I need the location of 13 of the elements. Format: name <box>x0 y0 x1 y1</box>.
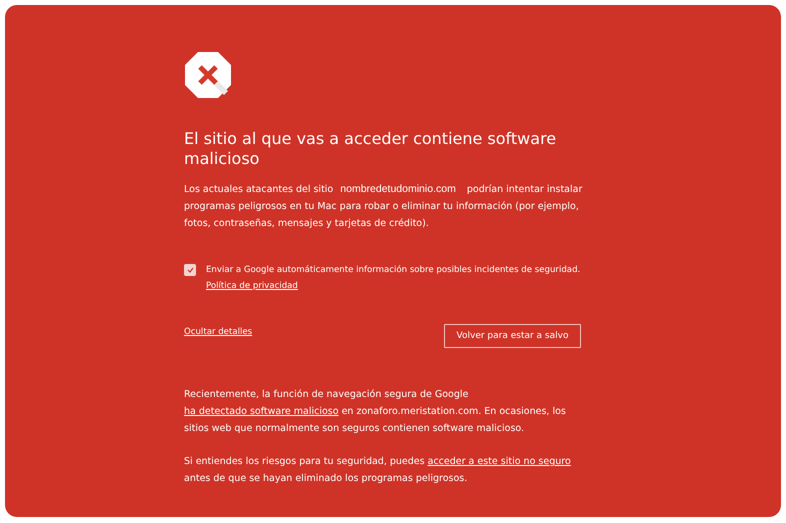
back-to-safety-button[interactable]: Volver para estar a salvo <box>444 324 581 348</box>
report-checkbox[interactable] <box>184 264 196 276</box>
warning-heading: El sitio al que vas a acceder contiene software malicioso <box>184 129 558 169</box>
inline-link[interactable]: acceder a este sitio no seguro <box>428 456 571 467</box>
details-paragraph: Si entiendes los riesgos para tu seguridad, puedes acceder a este sitio no seguro antes de que se hayan eliminado los programas peligrosos. <box>184 455 572 486</box>
warning-description: Los actuales atacantes del sitio nombredetudominio.com podrían intentar instalar programas peligrosos en tu Mac para robar o eliminar tu información (por ejemplo, fotos, contraseñas, mensajes y tarjetas de crédito). <box>184 182 584 231</box>
report-label: Enviar a Google automáticamente información sobre posibles incidentes de seguridad. <box>206 264 580 277</box>
stop-sign-icon <box>184 51 232 99</box>
hide-details-link[interactable]: Ocultar detalles <box>184 324 252 340</box>
privacy-link[interactable]: Política de privacidad <box>206 278 298 294</box>
details-paragraph: Recientemente, la función de navegación segura de Google ha detectado software malicioso en zonaforo.meristation.com. En ocasiones, los sitios web que normalmente son seguros contienen software malicioso. <box>184 388 567 436</box>
inline-link[interactable]: ha detectado software malicioso <box>184 406 339 417</box>
checkmark-icon <box>186 267 194 273</box>
